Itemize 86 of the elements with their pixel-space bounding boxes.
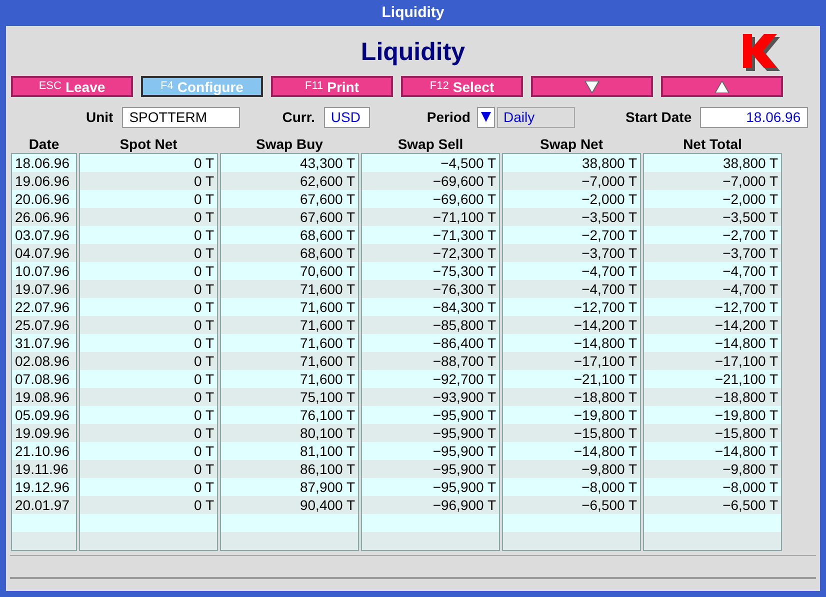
table-cell: 20.01.97 xyxy=(12,496,76,514)
table-cell: −9,800 T xyxy=(644,460,781,478)
table-cell: −17,100 T xyxy=(503,352,640,370)
table-cell: 68,600 T xyxy=(221,244,358,262)
currency-field[interactable]: USD xyxy=(324,106,370,128)
unit-label: Unit xyxy=(86,108,114,126)
table-cell: −4,700 T xyxy=(644,280,781,298)
table-cell: −18,800 T xyxy=(644,388,781,406)
table-cell: 0 T xyxy=(80,424,217,442)
table-cell: −15,800 T xyxy=(503,424,640,442)
table-cell: 80,100 T xyxy=(221,424,358,442)
table-cell: 71,600 T xyxy=(221,280,358,298)
table-cell: 0 T xyxy=(80,460,217,478)
table-cell: −17,100 T xyxy=(644,352,781,370)
scroll-up-button[interactable] xyxy=(661,76,783,97)
column-header: Net Total xyxy=(682,135,743,153)
table-cell: −85,800 T xyxy=(362,316,499,334)
period-dropdown-button[interactable] xyxy=(477,106,496,128)
table-cell: −3,500 T xyxy=(644,208,781,226)
table-cell: 19.07.96 xyxy=(12,280,76,298)
period-field[interactable]: Daily xyxy=(497,106,576,128)
table-cell: 0 T xyxy=(80,496,217,514)
table-cell: 26.06.96 xyxy=(12,208,76,226)
table-cell: 19.06.96 xyxy=(12,172,76,190)
column-header: Swap Buy xyxy=(255,135,324,153)
table-cell: −15,800 T xyxy=(644,424,781,442)
table-cell: 19.09.96 xyxy=(12,424,76,442)
start-date-label: Start Date xyxy=(625,108,692,126)
table-cell: −6,500 T xyxy=(644,496,781,514)
table-cell: −3,700 T xyxy=(503,244,640,262)
table-cell: −72,300 T xyxy=(362,244,499,262)
table-cell: 71,600 T xyxy=(221,316,358,334)
table-cell: 04.07.96 xyxy=(12,244,76,262)
table-cell: −4,700 T xyxy=(503,280,640,298)
table-cell: 86,100 T xyxy=(221,460,358,478)
table-cell: −93,900 T xyxy=(362,388,499,406)
empty-row xyxy=(12,532,76,550)
toolbar-button[interactable]: ESC Leave xyxy=(11,76,133,97)
table-cell: −76,300 T xyxy=(362,280,499,298)
toolbar-button[interactable]: F11 Print xyxy=(271,76,393,97)
table-cell: −88,700 T xyxy=(362,352,499,370)
column-header: Date xyxy=(28,135,60,153)
table-cell: 0 T xyxy=(80,352,217,370)
scroll-down-button[interactable] xyxy=(531,76,653,97)
table-cell: 0 T xyxy=(80,172,217,190)
table-cell: 0 T xyxy=(80,244,217,262)
window-title: Liquidity xyxy=(380,2,446,23)
table-cell: 0 T xyxy=(80,280,217,298)
table-cell: −7,000 T xyxy=(503,172,640,190)
table-cell: −3,700 T xyxy=(644,244,781,262)
column-header: Spot Net xyxy=(118,135,178,153)
table-cell: −7,000 T xyxy=(644,172,781,190)
table-cell: −3,500 T xyxy=(503,208,640,226)
column-header: Swap Net xyxy=(538,135,604,153)
table-cell: −6,500 T xyxy=(503,496,640,514)
page-heading: Liquidity xyxy=(360,37,466,68)
start-date-field[interactable]: 18.06.96 xyxy=(700,106,808,128)
table-cell: 02.08.96 xyxy=(12,352,76,370)
unit-field[interactable]: SPOTTERM xyxy=(122,106,240,128)
table-cell: −14,200 T xyxy=(644,316,781,334)
period-label: Period xyxy=(426,108,470,126)
up-triangle-icon xyxy=(715,80,729,92)
table-cell: −96,900 T xyxy=(362,496,499,514)
table-cell: 0 T xyxy=(80,208,217,226)
table-cell: −95,900 T xyxy=(362,424,499,442)
table-cell: 19.08.96 xyxy=(12,388,76,406)
table-cell: −9,800 T xyxy=(503,460,640,478)
toolbar-button[interactable]: F12 Select xyxy=(401,76,523,97)
table-cell: −18,800 T xyxy=(503,388,640,406)
table-cell: 0 T xyxy=(80,316,217,334)
table-cell: −69,600 T xyxy=(362,172,499,190)
table-cell: 71,600 T xyxy=(221,352,358,370)
table-cell: 75,100 T xyxy=(221,388,358,406)
currency-label: Curr. xyxy=(282,108,315,126)
column-header: Swap Sell xyxy=(396,135,464,153)
table-cell: 90,400 T xyxy=(221,496,358,514)
table-cell: −95,900 T xyxy=(362,460,499,478)
dropdown-arrow-icon xyxy=(481,112,492,122)
table-cell: 25.07.96 xyxy=(12,316,76,334)
table-cell: −14,200 T xyxy=(503,316,640,334)
table-cell: 67,600 T xyxy=(221,208,358,226)
table-cell: −71,100 T xyxy=(362,208,499,226)
table-cell: 0 T xyxy=(80,388,217,406)
table-cell: 62,600 T xyxy=(221,172,358,190)
down-triangle-icon xyxy=(585,80,599,92)
table-cell: 19.11.96 xyxy=(12,460,76,478)
